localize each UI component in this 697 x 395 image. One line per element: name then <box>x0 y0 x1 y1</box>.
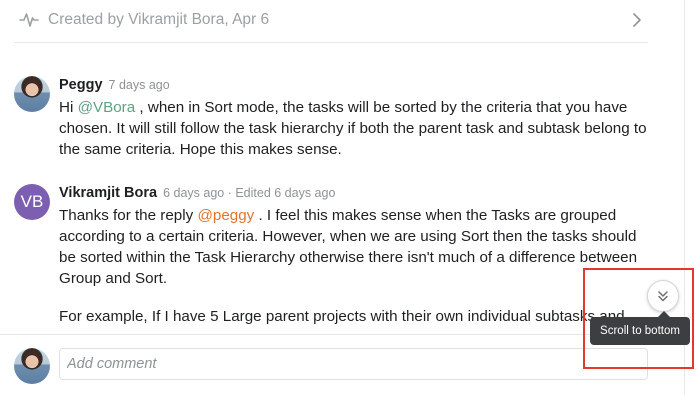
add-comment-input[interactable] <box>59 348 648 380</box>
activity-text: Created by Vikramjit Bora, Apr 6 <box>48 11 270 28</box>
mention-link[interactable]: @VBora <box>78 99 136 116</box>
highlight-annotation <box>583 268 694 369</box>
avatar[interactable]: VB <box>14 184 50 220</box>
comment-text: , when in Sort mode, the tasks will be s… <box>59 99 647 158</box>
comment-timestamp: 6 days ago · Edited 6 days ago <box>163 186 336 200</box>
comment-paragraph: For example, If I have 5 Large parent pr… <box>59 308 625 325</box>
comment-text: Thanks for the reply <box>59 207 198 224</box>
comment-peggy: Peggy 7 days ago Hi @VBora , when in Sort… <box>14 76 654 166</box>
comment-body: Thanks for the reply @peggy . I feel thi… <box>59 205 651 289</box>
comment-author[interactable]: Peggy <box>59 77 103 93</box>
comment-composer <box>0 334 684 395</box>
avatar[interactable] <box>14 76 50 112</box>
activity-row[interactable]: Created by Vikramjit Bora, Apr 6 <box>14 0 648 43</box>
comment-author[interactable]: Vikramjit Bora <box>59 185 157 201</box>
comment-timestamp: 7 days ago <box>108 78 170 92</box>
comment-vikramjit: VB Vikramjit Bora 6 days ago · Edited 6 d… <box>14 184 654 334</box>
mention-link[interactable]: @peggy <box>197 207 254 224</box>
current-user-avatar <box>14 348 50 384</box>
comment-body: Hi @VBora , when in Sort mode, the tasks… <box>59 97 651 160</box>
chevron-right-icon[interactable] <box>631 11 643 29</box>
comment-text: Hi <box>59 99 78 116</box>
comment-header: Peggy 7 days ago <box>59 76 170 94</box>
comment-header: Vikramjit Bora 6 days ago · Edited 6 days… <box>59 184 335 202</box>
activity-pulse-icon <box>19 13 39 27</box>
